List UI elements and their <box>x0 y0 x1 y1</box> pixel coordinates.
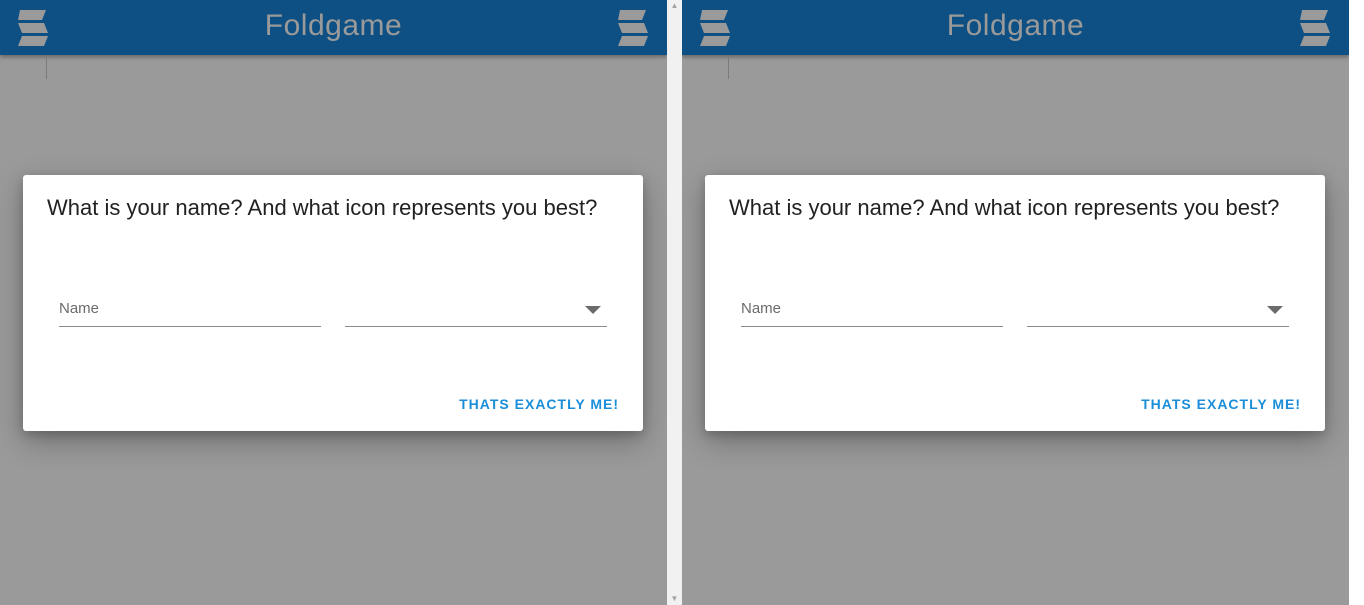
app-bar: Foldgame <box>682 0 1349 55</box>
app-title: Foldgame <box>264 9 403 42</box>
pane-scrollbar[interactable]: ▲ ▼ <box>667 0 682 605</box>
app-title: Foldgame <box>946 9 1085 42</box>
fold-menu-icon[interactable] <box>1300 10 1330 46</box>
name-field-label: Name <box>741 300 782 317</box>
fold-menu-icon[interactable] <box>618 10 648 46</box>
chevron-down-icon[interactable] <box>1267 306 1283 314</box>
background-divider <box>46 57 47 79</box>
chevron-down-icon[interactable] <box>585 306 601 314</box>
game-pane-right: Foldgame What is your name? And what ico… <box>682 0 1349 605</box>
game-pane-left: Foldgame What is your name? And what ico… <box>0 0 667 605</box>
icon-select[interactable] <box>345 293 607 327</box>
name-field-label: Name <box>59 300 100 317</box>
name-field[interactable]: Name <box>59 293 321 327</box>
confirm-button[interactable]: THATS EXACTLY ME! <box>459 396 619 412</box>
app-bar: Foldgame <box>0 0 667 55</box>
dialog-title: What is your name? And what icon represe… <box>47 195 598 220</box>
scroll-down-icon[interactable]: ▼ <box>667 593 682 605</box>
scrollbar-track[interactable] <box>668 0 680 605</box>
name-dialog: What is your name? And what icon represe… <box>705 175 1325 431</box>
icon-select[interactable] <box>1027 293 1289 327</box>
confirm-button[interactable]: THATS EXACTLY ME! <box>1141 396 1301 412</box>
name-dialog: What is your name? And what icon represe… <box>23 175 643 431</box>
name-field[interactable]: Name <box>741 293 1003 327</box>
scroll-up-icon[interactable]: ▲ <box>667 0 682 12</box>
background-divider <box>728 57 729 79</box>
dialog-title: What is your name? And what icon represe… <box>729 195 1280 220</box>
